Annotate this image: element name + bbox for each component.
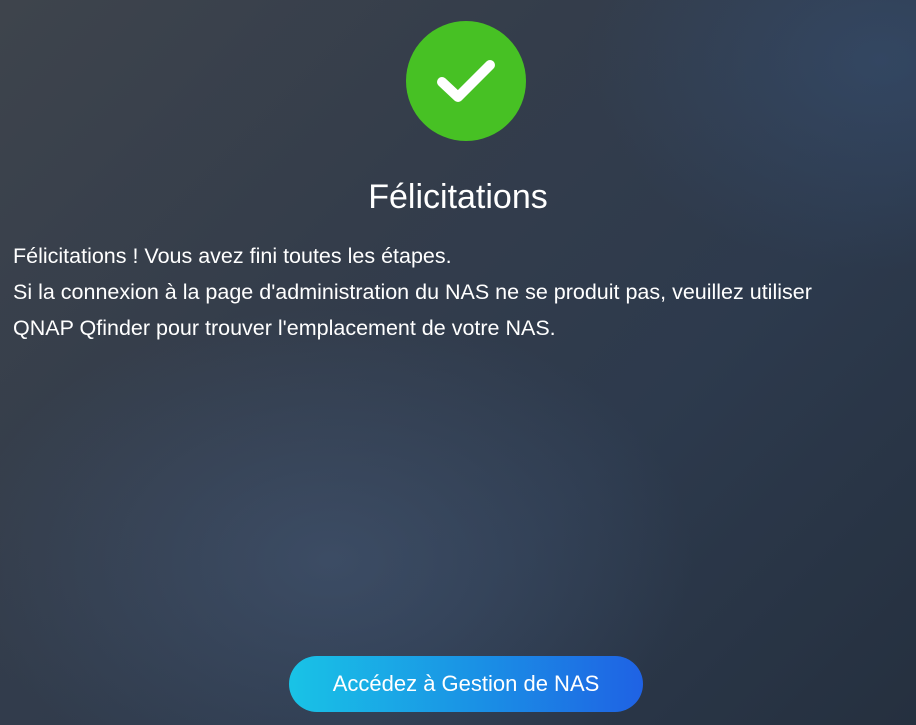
success-badge	[406, 21, 526, 141]
go-to-nas-management-button[interactable]: Accédez à Gestion de NAS	[289, 656, 643, 712]
message-line-2: Si la connexion à la page d'administrati…	[13, 280, 812, 304]
message-line-1: Félicitations ! Vous avez fini toutes le…	[13, 244, 452, 268]
page-title: Félicitations	[368, 178, 548, 216]
completion-message: Félicitations ! Vous avez fini toutes le…	[13, 238, 908, 346]
message-line-3: QNAP Qfinder pour trouver l'emplacement …	[13, 316, 556, 340]
checkmark-icon	[437, 60, 495, 102]
